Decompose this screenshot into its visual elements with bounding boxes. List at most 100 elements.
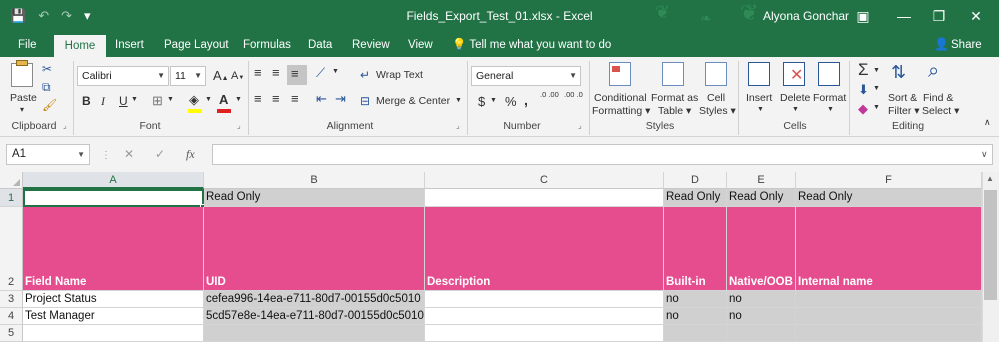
number-format-combo[interactable]: General ▼ bbox=[471, 66, 581, 86]
orientation-icon[interactable]: ⟋ bbox=[316, 65, 325, 81]
cell-styles-icon[interactable] bbox=[705, 62, 727, 86]
wrap-text-icon[interactable]: ↵ bbox=[360, 68, 370, 82]
align-left-icon[interactable]: ≡ bbox=[254, 91, 262, 106]
font-color-dropdown-icon[interactable]: ▼ bbox=[235, 96, 242, 103]
number-dialog-launcher-icon[interactable]: ⌟ bbox=[578, 121, 582, 130]
format-dropdown-icon[interactable]: ▼ bbox=[827, 106, 834, 113]
cell-a1[interactable] bbox=[23, 189, 204, 207]
find-select-label-2[interactable]: Select ▾ bbox=[922, 105, 959, 117]
cell-d1[interactable]: Read Only bbox=[664, 189, 727, 207]
middle-align-icon[interactable]: ≡ bbox=[272, 65, 280, 80]
decrease-decimal-button[interactable]: .00 .0 bbox=[564, 91, 586, 99]
cell-e1[interactable]: Read Only bbox=[727, 189, 796, 207]
autosum-dropdown-icon[interactable]: ▼ bbox=[873, 67, 880, 74]
format-cells-button[interactable]: Format bbox=[813, 92, 846, 104]
merge-dropdown-icon[interactable]: ▼ bbox=[455, 97, 462, 104]
clear-icon[interactable]: ◆ bbox=[858, 101, 868, 117]
paste-icon[interactable] bbox=[11, 63, 33, 87]
sort-filter-label-2[interactable]: Filter ▾ bbox=[888, 105, 920, 117]
cell-d2[interactable]: Built-in bbox=[664, 207, 727, 291]
ribbon-display-options-button[interactable]: ▣ bbox=[848, 4, 878, 28]
column-header-c[interactable]: C bbox=[425, 172, 664, 189]
insert-cells-icon[interactable] bbox=[748, 62, 770, 86]
name-box[interactable]: A1 ▼ bbox=[6, 144, 90, 165]
cell-b2[interactable]: UID bbox=[204, 207, 425, 291]
fill-color-icon[interactable]: ◈ bbox=[189, 92, 199, 108]
cell-styles-label-2[interactable]: Styles ▾ bbox=[699, 105, 736, 117]
delete-dropdown-icon[interactable]: ▼ bbox=[792, 106, 799, 113]
fill-color-dropdown-icon[interactable]: ▼ bbox=[205, 96, 212, 103]
tab-insert[interactable]: Insert bbox=[109, 33, 150, 57]
cell-a5[interactable] bbox=[23, 325, 204, 342]
format-as-table-label-1[interactable]: Format as bbox=[651, 92, 698, 104]
wrap-text-button[interactable]: Wrap Text bbox=[376, 69, 423, 81]
tab-file[interactable]: File bbox=[12, 33, 43, 57]
cell-d5[interactable] bbox=[664, 325, 727, 342]
decrease-indent-icon[interactable]: ⇤ bbox=[316, 91, 327, 107]
formula-input[interactable] bbox=[212, 144, 993, 165]
find-select-label-1[interactable]: Find & bbox=[923, 92, 953, 104]
tab-view[interactable]: View bbox=[402, 33, 439, 57]
restore-button[interactable]: ❐ bbox=[924, 4, 954, 28]
format-as-table-label-2[interactable]: Table ▾ bbox=[658, 105, 691, 117]
conditional-formatting-label-1[interactable]: Conditional bbox=[594, 92, 647, 104]
cell-b1[interactable]: Read Only bbox=[204, 189, 425, 207]
cut-icon[interactable]: ✂ bbox=[42, 61, 52, 77]
cell-e3[interactable]: no bbox=[727, 291, 796, 308]
currency-button[interactable]: $ bbox=[478, 94, 485, 109]
worksheet-grid[interactable]: A B C D E F 1 2 3 4 5 Read Only Read Onl… bbox=[0, 172, 999, 342]
merge-center-button[interactable]: Merge & Center bbox=[376, 95, 450, 107]
font-size-combo[interactable]: 11 ▼ bbox=[170, 66, 206, 86]
orientation-dropdown-icon[interactable]: ▼ bbox=[332, 68, 339, 75]
cell-b5[interactable] bbox=[204, 325, 425, 342]
cell-a3[interactable]: Project Status bbox=[23, 291, 204, 308]
tab-review[interactable]: Review bbox=[346, 33, 396, 57]
currency-dropdown-icon[interactable]: ▼ bbox=[490, 97, 497, 104]
row-header-2[interactable]: 2 bbox=[0, 207, 23, 291]
cell-f4[interactable] bbox=[796, 308, 982, 325]
bold-button[interactable]: B bbox=[82, 94, 91, 108]
cell-b4[interactable]: 5cd57e8e-14ea-e711-80d7-00155d0c5010 bbox=[204, 308, 425, 325]
delete-cells-button[interactable]: Delete bbox=[780, 92, 810, 104]
borders-dropdown-icon[interactable]: ▼ bbox=[167, 96, 174, 103]
percent-button[interactable]: % bbox=[505, 94, 517, 109]
font-dialog-launcher-icon[interactable]: ⌟ bbox=[237, 121, 241, 130]
insert-function-button[interactable]: fx bbox=[186, 147, 195, 162]
cell-c4[interactable] bbox=[425, 308, 664, 325]
align-center-icon[interactable]: ≡ bbox=[272, 91, 280, 106]
italic-button[interactable]: I bbox=[101, 94, 105, 109]
cell-b3[interactable]: cefea996-14ea-e711-80d7-00155d0c5010 bbox=[204, 291, 425, 308]
grow-font-button[interactable]: A▲ bbox=[213, 68, 229, 83]
column-header-f[interactable]: F bbox=[796, 172, 982, 189]
column-header-e[interactable]: E bbox=[727, 172, 796, 189]
column-header-a[interactable]: A bbox=[23, 172, 204, 189]
insert-dropdown-icon[interactable]: ▼ bbox=[757, 106, 764, 113]
enter-icon[interactable]: ✓ bbox=[155, 147, 165, 161]
cell-d4[interactable]: no bbox=[664, 308, 727, 325]
alignment-dialog-launcher-icon[interactable]: ⌟ bbox=[456, 121, 460, 130]
underline-button[interactable]: U bbox=[119, 94, 128, 108]
column-header-b[interactable]: B bbox=[204, 172, 425, 189]
user-name[interactable]: Alyona Gonchar bbox=[763, 9, 849, 23]
drag-handle-icon[interactable]: ⋮ bbox=[101, 150, 111, 161]
row-header-3[interactable]: 3 bbox=[0, 291, 23, 308]
expand-formula-bar-icon[interactable]: ∨ bbox=[981, 149, 988, 160]
increase-decimal-button[interactable]: .0 .00 bbox=[540, 91, 562, 99]
increase-indent-icon[interactable]: ⇥ bbox=[335, 91, 346, 107]
find-select-icon[interactable]: ⌕ bbox=[928, 60, 939, 83]
shrink-font-button[interactable]: A▼ bbox=[231, 70, 244, 82]
cell-c2[interactable]: Description bbox=[425, 207, 664, 291]
paste-dropdown-icon[interactable]: ▾ bbox=[20, 105, 24, 114]
align-right-icon[interactable]: ≡ bbox=[291, 91, 299, 106]
cell-f1[interactable]: Read Only bbox=[796, 189, 982, 207]
tab-formulas[interactable]: Formulas bbox=[237, 33, 297, 57]
sort-filter-label-1[interactable]: Sort & bbox=[888, 92, 917, 104]
format-cells-icon[interactable] bbox=[818, 62, 840, 86]
clear-dropdown-icon[interactable]: ▼ bbox=[873, 104, 880, 111]
top-align-icon[interactable]: ≡ bbox=[254, 65, 262, 80]
conditional-formatting-label-2[interactable]: Formatting ▾ bbox=[592, 105, 650, 117]
autosum-button[interactable]: Σ bbox=[858, 60, 869, 80]
tab-data[interactable]: Data bbox=[302, 33, 338, 57]
cell-f3[interactable] bbox=[796, 291, 982, 308]
cell-a4[interactable]: Test Manager bbox=[23, 308, 204, 325]
